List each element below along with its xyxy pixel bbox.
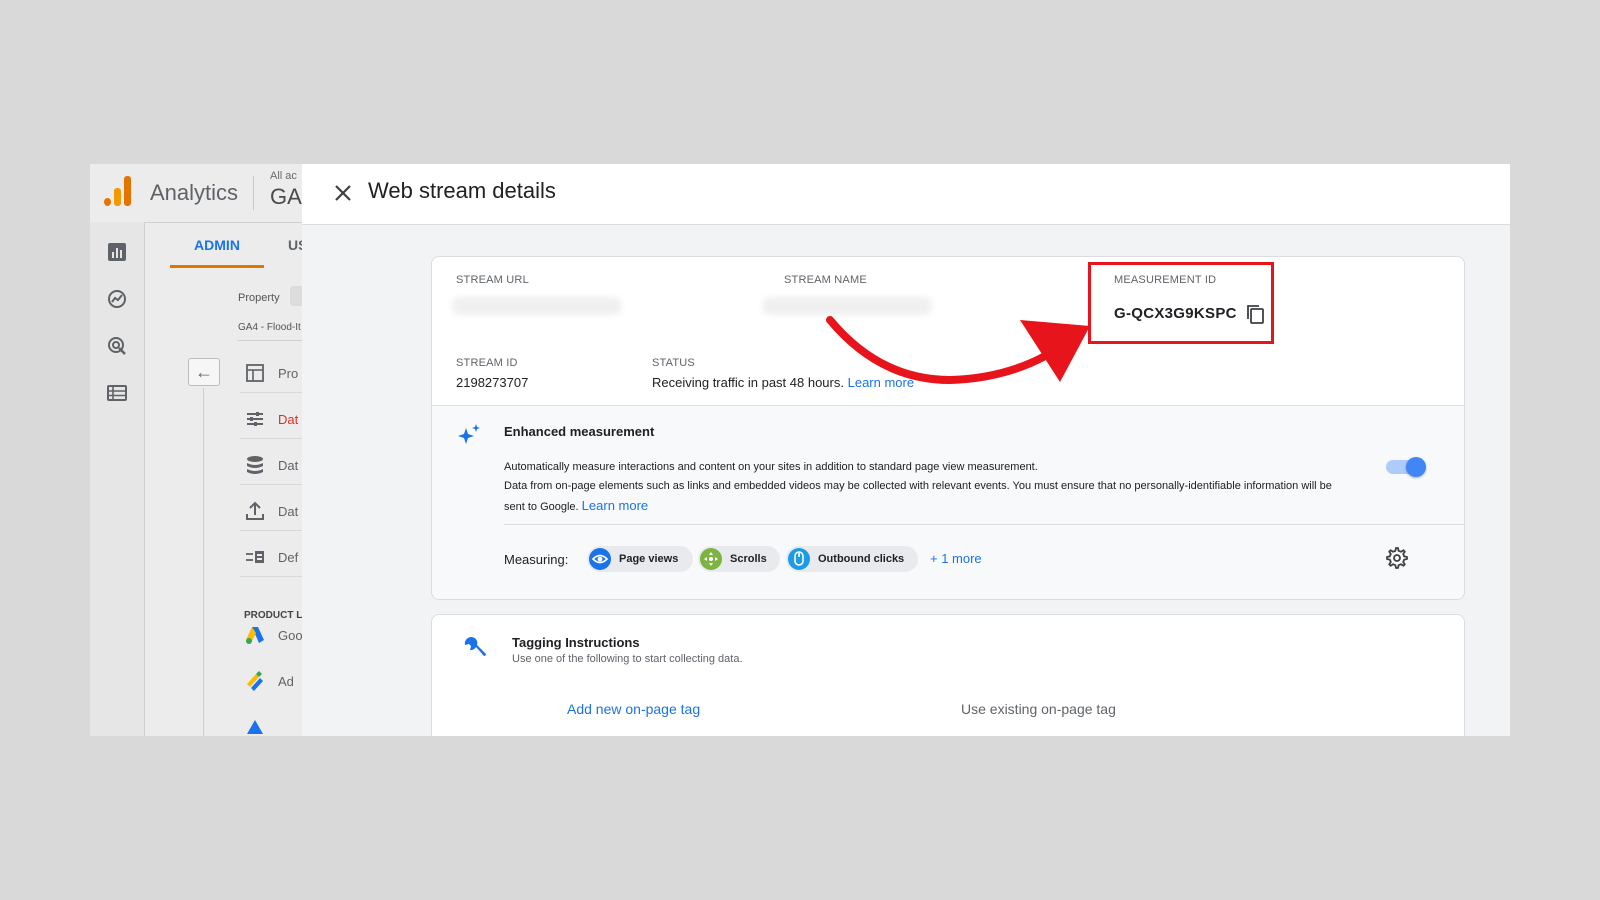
enhanced-measurement-description: Automatically measure interactions and c… bbox=[504, 458, 1334, 517]
web-stream-drawer: Web stream details STREAM URL STREAM NAM… bbox=[302, 164, 1510, 736]
ad-manager-icon bbox=[247, 671, 263, 691]
drawer-title: Web stream details bbox=[368, 178, 556, 203]
tagging-instructions-card: Tagging Instructions Use one of the foll… bbox=[431, 614, 1465, 736]
tab-use-existing-tag[interactable]: Use existing on-page tag bbox=[961, 701, 1116, 717]
analytics-app-background: Analytics All ac GA ADMIN US Property GA… bbox=[90, 164, 310, 736]
menu-item-custom-definitions[interactable]: Def bbox=[244, 542, 304, 572]
reports-icon[interactable] bbox=[107, 242, 127, 262]
more-events-link[interactable]: + 1 more bbox=[930, 551, 982, 566]
chip-scrolls[interactable]: Scrolls bbox=[698, 546, 780, 572]
app-brand: Analytics bbox=[150, 180, 239, 205]
menu-divider bbox=[240, 484, 302, 485]
status-label: STATUS bbox=[652, 357, 695, 369]
stream-id-label: STREAM ID bbox=[456, 357, 518, 369]
tagging-title: Tagging Instructions bbox=[512, 635, 640, 650]
account-picker[interactable]: GA bbox=[270, 184, 302, 210]
tree-line bbox=[203, 388, 204, 736]
advertising-icon[interactable] bbox=[107, 336, 127, 356]
property-label: Property bbox=[238, 292, 280, 304]
explore-icon[interactable] bbox=[107, 289, 127, 309]
menu-item-label: Pro bbox=[278, 366, 299, 381]
stream-id-value: 2198273707 bbox=[456, 375, 529, 390]
menu-item-label: Goo bbox=[278, 628, 303, 643]
enhanced-measurement-title: Enhanced measurement bbox=[504, 424, 655, 439]
arrow-left-icon: ← bbox=[195, 362, 213, 382]
enhanced-measurement-toggle[interactable] bbox=[1386, 457, 1426, 477]
measurement-id-highlight-box bbox=[1088, 262, 1274, 344]
back-button[interactable]: ← bbox=[188, 358, 220, 386]
property-settings-icon bbox=[246, 364, 264, 382]
annotation-arrow-icon bbox=[826, 316, 1090, 385]
enhanced-divider bbox=[504, 524, 1464, 525]
product-icon bbox=[247, 720, 263, 734]
sparkle-icon bbox=[458, 424, 480, 444]
header-divider bbox=[253, 176, 254, 210]
chip-label: Page views bbox=[619, 553, 679, 565]
menu-item-label: Ad bbox=[278, 674, 294, 689]
menu-item-more-products[interactable] bbox=[244, 710, 304, 736]
enhanced-description-line2-wrap: Data from on-page elements such as links… bbox=[504, 477, 1334, 517]
close-icon[interactable] bbox=[330, 180, 356, 206]
stream-url-label: STREAM URL bbox=[456, 274, 529, 286]
chip-page-views[interactable]: Page views bbox=[587, 546, 693, 572]
enhanced-learn-more-link[interactable]: Learn more bbox=[582, 498, 648, 513]
nav-rail bbox=[90, 222, 145, 736]
menu-divider bbox=[240, 530, 302, 531]
property-name: GA4 - Flood-It bbox=[238, 322, 301, 333]
enhanced-description-line1: Automatically measure interactions and c… bbox=[504, 461, 1038, 473]
analytics-logo-icon bbox=[104, 174, 134, 206]
chip-outbound-clicks[interactable]: Outbound clicks bbox=[786, 546, 918, 572]
gear-icon[interactable] bbox=[1384, 546, 1408, 570]
status-text: Receiving traffic in past 48 hours. bbox=[652, 375, 844, 390]
menu-item-data-streams[interactable]: Dat bbox=[244, 404, 304, 434]
drawer-header: Web stream details bbox=[302, 164, 1510, 225]
measuring-label: Measuring: bbox=[504, 552, 569, 567]
menu-item-label: Dat bbox=[278, 504, 299, 519]
tab-add-new-tag[interactable]: Add new on-page tag bbox=[567, 701, 700, 717]
menu-item-property-settings[interactable]: Pro bbox=[244, 358, 304, 388]
menu-divider bbox=[240, 438, 302, 439]
app-header: Analytics All ac GA bbox=[90, 164, 302, 223]
tab-admin[interactable]: ADMIN bbox=[170, 222, 264, 268]
menu-item-google-ads[interactable]: Goo bbox=[244, 620, 304, 650]
upload-icon bbox=[246, 501, 264, 520]
database-icon bbox=[247, 456, 263, 474]
property-divider bbox=[238, 340, 302, 341]
menu-item-label: Dat bbox=[278, 412, 299, 427]
tagging-subtitle: Use one of the following to start collec… bbox=[512, 653, 743, 665]
custom-definitions-icon bbox=[246, 551, 264, 563]
screenshot-frame: Analytics All ac GA ADMIN US Property GA… bbox=[90, 164, 1510, 736]
menu-item-label: Dat bbox=[278, 458, 299, 473]
stream-url-redacted bbox=[452, 297, 622, 315]
menu-item-label: Def bbox=[278, 550, 299, 565]
menu-item-data-import[interactable]: Dat bbox=[244, 496, 304, 526]
mouse-icon bbox=[788, 548, 810, 570]
stream-name-label: STREAM NAME bbox=[784, 274, 867, 286]
eye-icon bbox=[589, 548, 611, 570]
menu-item-ad-manager[interactable]: Ad bbox=[244, 666, 304, 696]
data-streams-icon bbox=[247, 412, 263, 426]
menu-divider bbox=[240, 392, 302, 393]
chip-label: Scrolls bbox=[730, 553, 767, 565]
scroll-icon bbox=[700, 548, 722, 570]
menu-divider bbox=[240, 576, 302, 577]
account-label: All ac bbox=[270, 170, 297, 182]
enhanced-measurement-section: Enhanced measurement Automatically measu… bbox=[432, 406, 1464, 599]
chip-label: Outbound clicks bbox=[818, 553, 905, 565]
menu-item-data-settings[interactable]: Dat bbox=[244, 450, 304, 480]
toggle-knob bbox=[1406, 457, 1426, 477]
wrench-icon bbox=[464, 636, 486, 656]
configure-icon[interactable] bbox=[107, 383, 127, 403]
google-ads-icon bbox=[246, 627, 264, 644]
